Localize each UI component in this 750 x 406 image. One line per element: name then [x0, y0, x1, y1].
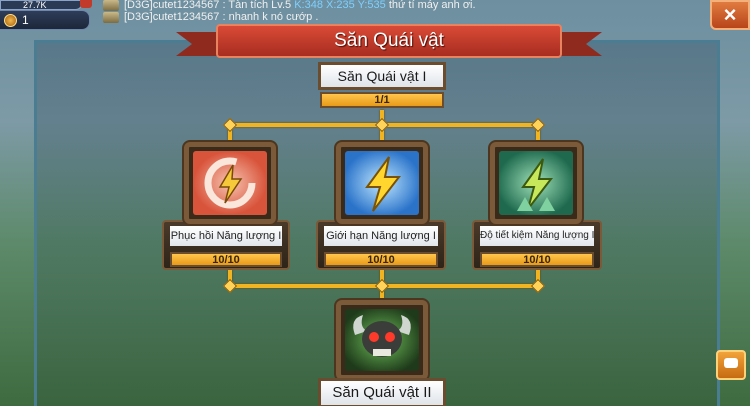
skill-progress-text: 10/10: [367, 254, 395, 266]
guild-badge-icon: [103, 12, 119, 23]
chat-message: [D3G]cutet1234567 : nhanh k nó cướp .: [100, 12, 660, 24]
energy-limit-icon: [345, 151, 419, 215]
skill-card[interactable]: Phục hồi Năng lượng I 10/10: [162, 220, 290, 270]
skill-progress-text: 10/10: [523, 254, 551, 266]
skill-tile[interactable]: [336, 142, 428, 224]
gem-icon: [4, 14, 17, 27]
skill-node-title: Giới hạn Năng lượng I: [324, 226, 438, 246]
skill-progress-bar: 10/10: [480, 252, 594, 267]
skill-tile[interactable]: [184, 142, 276, 224]
page-title: Săn Quái vật: [216, 24, 562, 58]
power-counter[interactable]: 1: [0, 10, 90, 30]
energy-limit-icon-art: [365, 156, 402, 212]
resource-value: 27.7K: [23, 0, 47, 10]
chat-open-button[interactable]: [716, 350, 746, 380]
title-banner: Săn Quái vật: [176, 24, 562, 60]
close-icon: ×: [723, 2, 737, 27]
chat-user: [D3G]cutet1234567: [124, 11, 220, 23]
energy-saving-icon-art: [517, 158, 555, 211]
resource-counter[interactable]: 27.7K: [0, 0, 82, 10]
skill-progress-text: 1/1: [374, 94, 390, 106]
chat-text-tail: thứ tí máy anh ơi.: [388, 0, 476, 11]
skill-card[interactable]: Độ tiết kiệm Năng lượng I 10/10: [472, 220, 602, 270]
skill-node-title: Săn Quái vật I: [318, 62, 446, 90]
energy-restore-icon-art: [204, 157, 256, 209]
chat-text: : nhanh k nó cướp .: [222, 11, 319, 23]
skill-tile[interactable]: [336, 300, 428, 380]
skill-node-title: Độ tiết kiệm Năng lượng I: [480, 226, 594, 246]
guild-badge-icon: [103, 0, 119, 11]
alert-badge[interactable]: [80, 0, 92, 8]
chat-coordinate-link[interactable]: K:348 X:235 Y:535: [294, 0, 386, 11]
player-hud: 27.7K 1: [0, 0, 100, 32]
skill-progress-text: 10/10: [212, 254, 240, 266]
skill-tile[interactable]: [490, 142, 582, 224]
chat-text: : Tàn tích Lv.5: [222, 0, 292, 11]
energy-saving-icon: [499, 151, 573, 215]
power-value: 1: [22, 13, 29, 27]
skill-node-title: Phục hồi Năng lượng I: [170, 226, 282, 246]
energy-restore-icon: [193, 151, 267, 215]
chat-user: [D3G]cutet1234567: [124, 0, 220, 11]
chat-feed[interactable]: [D3G]cutet1234567 : Tàn tích Lv.5 K:348 …: [100, 0, 660, 24]
close-button[interactable]: ×: [710, 0, 750, 30]
monster-skull-icon-art: [353, 315, 411, 357]
skill-progress-bar: 1/1: [320, 92, 444, 108]
skill-node-title-next[interactable]: Săn Quái vật II: [318, 378, 446, 406]
skill-progress-bar: 10/10: [170, 252, 282, 267]
monster-skull-icon: [345, 309, 419, 371]
skill-card[interactable]: Giới hạn Năng lượng I 10/10: [316, 220, 446, 270]
skill-progress-bar: 10/10: [324, 252, 438, 267]
